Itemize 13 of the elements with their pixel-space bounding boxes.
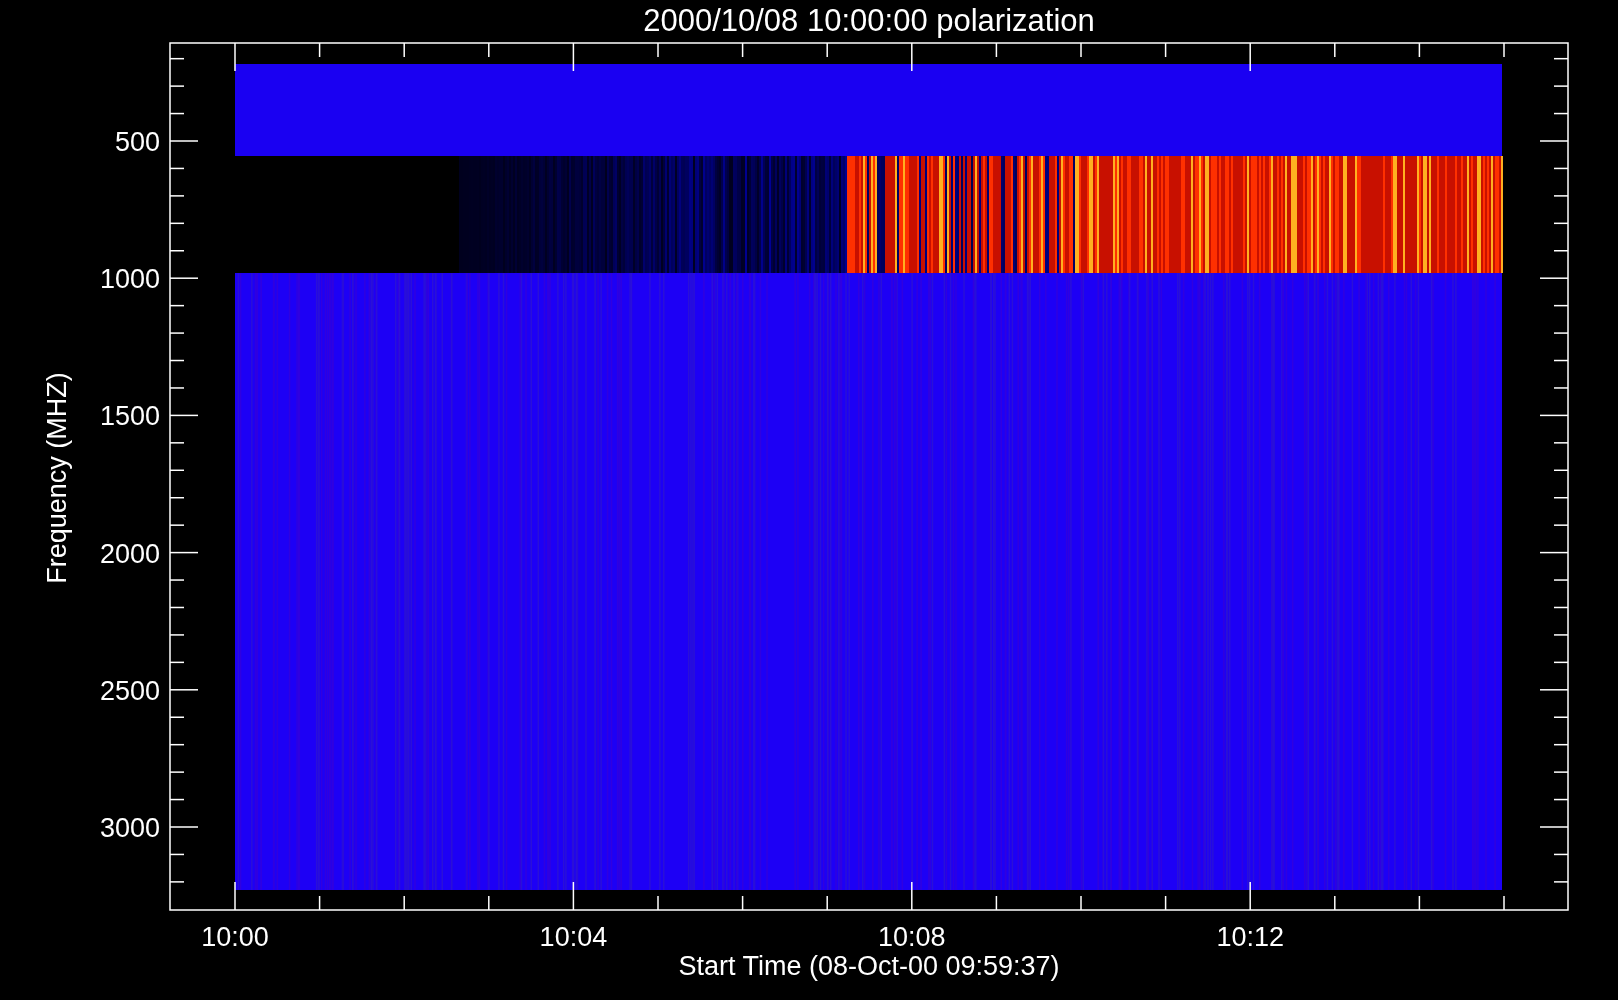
x-tick-label: 10:04 bbox=[539, 922, 608, 952]
x-tick-label: 10:12 bbox=[1216, 922, 1284, 952]
y-tick-label: 3000 bbox=[99, 813, 160, 843]
x-tick-label: 10:08 bbox=[878, 922, 946, 952]
y-axis-label: Frequency (MHZ) bbox=[42, 372, 72, 584]
y-tick-label: 500 bbox=[114, 127, 160, 157]
y-tick-label: 2000 bbox=[99, 538, 160, 569]
y-tick-label: 1000 bbox=[99, 264, 160, 295]
x-axis-label: Start Time (08-Oct-00 09:59:37) bbox=[678, 951, 1060, 981]
y-tick-label: 1500 bbox=[99, 401, 160, 432]
y-tick-label: 2500 bbox=[99, 675, 160, 706]
x-tick-label: 10:00 bbox=[201, 922, 269, 952]
chart-title: 2000/10/08 10:00:00 polarization bbox=[643, 3, 1095, 38]
